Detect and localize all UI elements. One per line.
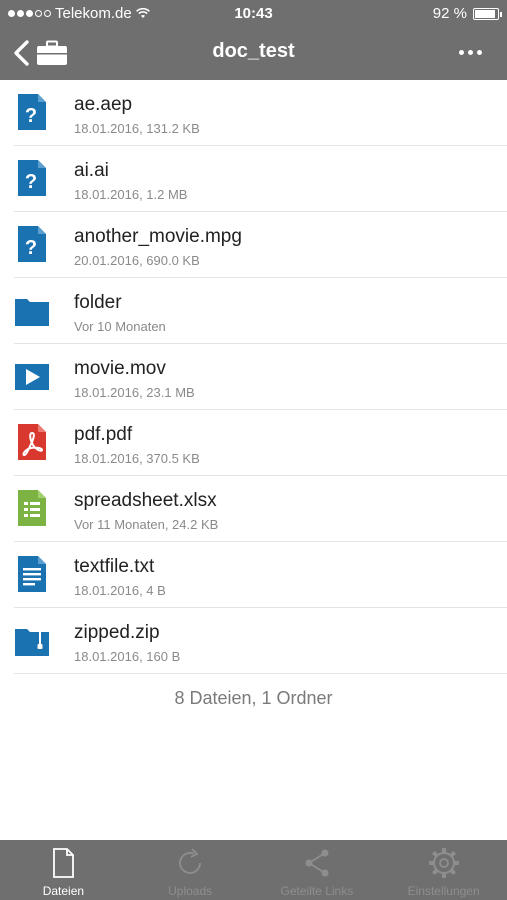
file-name: pdf.pdf [74,424,133,445]
tab-label: Dateien [42,884,85,898]
svg-text:?: ? [25,237,37,259]
tab-dateien[interactable]: Dateien [0,840,127,900]
video-file-icon [14,356,50,396]
file-meta: 18.01.2016, 4 B [74,583,166,598]
file-meta: 18.01.2016, 23.1 MB [74,385,195,400]
file-row[interactable]: textfile.txt 18.01.2016, 4 B [14,542,507,608]
tab-bar: Dateien Uploads Geteilte Links Einstellunge… [0,840,507,900]
more-options-button[interactable] [455,42,485,62]
file-name: folder [74,292,122,313]
share-icon [300,846,334,880]
file-row[interactable]: spreadsheet.xlsx Vor 11 Monaten, 24.2 KB [14,476,507,542]
page-title: doc_test [212,40,295,62]
refresh-icon [173,846,207,880]
file-row[interactable]: zipped.zip 18.01.2016, 160 B [14,608,507,674]
file-meta: 20.01.2016, 690.0 KB [74,253,200,268]
header: Telekom.de 10:43 92 % doc_test [0,0,507,80]
tab-label: Einstellungen [407,884,480,898]
file-name: textfile.txt [74,556,155,577]
document-icon [46,846,80,880]
folder-icon [14,290,50,330]
status-time: 10:43 [234,5,273,22]
svg-text:?: ? [25,171,37,193]
tab-geteilte-links[interactable]: Geteilte Links [254,840,381,900]
file-summary: 8 Dateien, 1 Ordner [174,688,333,708]
status-bar: Telekom.de 10:43 92 % [0,0,507,28]
file-meta: Vor 10 Monaten [74,319,166,334]
file-meta: 18.01.2016, 131.2 KB [74,121,200,136]
battery-icon [473,7,502,20]
file-name: ai.ai [74,160,109,181]
tab-label: Geteilte Links [280,884,354,898]
briefcase-icon [37,40,67,65]
file-meta: 18.01.2016, 370.5 KB [74,451,200,466]
tab-einstellungen[interactable]: Einstellungen [380,840,507,900]
file-list: ? ae.aep 18.01.2016, 131.2 KB? ai.ai 18.01.2… [0,80,507,674]
file-meta: 18.01.2016, 160 B [74,649,181,664]
file-row[interactable]: pdf.pdf 18.01.2016, 370.5 KB [14,410,507,476]
unknown-file-icon: ? [14,158,50,198]
zip-folder-icon [14,620,50,660]
file-row[interactable]: ? ae.aep 18.01.2016, 131.2 KB [14,80,507,146]
battery-text: 92 % [432,5,467,22]
back-button[interactable] [12,36,76,70]
text-file-icon [14,554,50,594]
file-name: another_movie.mpg [74,226,242,247]
file-meta: Vor 11 Monaten, 24.2 KB [74,517,219,532]
status-right: 92 % [432,5,502,22]
svg-text:?: ? [25,105,37,127]
ellipsis-icon [458,49,464,55]
pdf-file-icon [14,422,50,462]
chevron-left-icon [14,40,29,66]
gear-icon [427,846,461,880]
unknown-file-icon: ? [14,224,50,264]
file-row[interactable]: movie.mov 18.01.2016, 23.1 MB [14,344,507,410]
spreadsheet-file-icon [14,488,50,528]
navigation-bar: doc_test [0,28,507,80]
file-row[interactable]: ? ai.ai 18.01.2016, 1.2 MB [14,146,507,212]
tab-label: Uploads [168,884,213,898]
file-name: movie.mov [74,358,166,379]
file-row[interactable]: ? another_movie.mpg 20.01.2016, 690.0 KB [14,212,507,278]
file-meta: 18.01.2016, 1.2 MB [74,187,188,202]
file-row[interactable]: folder Vor 10 Monaten [14,278,507,344]
unknown-file-icon: ? [14,92,50,132]
file-name: spreadsheet.xlsx [74,490,217,511]
tab-uploads[interactable]: Uploads [127,840,254,900]
file-name: zipped.zip [74,622,160,643]
file-name: ae.aep [74,94,133,115]
